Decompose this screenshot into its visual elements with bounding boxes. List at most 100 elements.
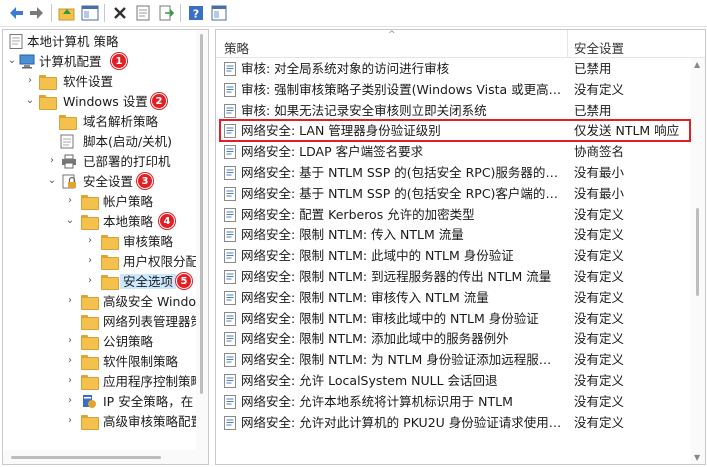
tree-label: 软件设置 — [63, 74, 114, 89]
forward-icon[interactable] — [27, 3, 47, 23]
policy-item-icon — [224, 415, 236, 430]
tree-item-scripts[interactable]: 脚本(启动/关机) — [3, 132, 208, 152]
list-row[interactable]: 网络安全: 限制 NTLM: 此域中的 NTLM 身份验证 没有定义 — [216, 245, 692, 266]
scroll-down-icon[interactable]: ▼ — [694, 453, 700, 462]
tree-label: 计算机配置 — [39, 54, 102, 69]
tree-item-root[interactable]: 本地计算机 策略 — [3, 32, 208, 52]
chevron-down-icon[interactable]: ⌄ — [47, 176, 57, 186]
delete-icon[interactable] — [110, 3, 130, 23]
tree-item-printers[interactable]: › 已部署的打印机 — [3, 152, 208, 172]
scrollbar-thumb[interactable] — [11, 456, 161, 459]
chevron-right-icon[interactable]: › — [65, 376, 75, 386]
list-row[interactable]: 网络安全: 限制 NTLM: 传入 NTLM 流量 没有定义 — [216, 224, 692, 245]
list-row[interactable]: 网络安全: 限制 NTLM: 审核传入 NTLM 流量 没有定义 — [216, 287, 692, 308]
column-header-policy[interactable]: 策略 — [224, 38, 249, 57]
tree-horizontal-scrollbar[interactable] — [3, 450, 208, 464]
tree-vertical-scrollbar[interactable] — [196, 30, 208, 450]
policy-name: 网络安全: 限制 NTLM: 到远程服务器的传出 NTLM 流量 — [241, 269, 552, 284]
policy-setting-value: 协商签名 — [574, 144, 625, 160]
help-icon[interactable]: ? — [186, 3, 206, 23]
tree-item-account-policies[interactable]: › 帐户策略 — [3, 192, 208, 212]
folder-icon — [81, 335, 99, 350]
list-vertical-scrollbar[interactable]: ▲ ▼ — [691, 58, 705, 464]
security-lock-icon — [61, 174, 77, 189]
tree-label: 高级审核策略配置 — [103, 414, 204, 429]
up-folder-icon[interactable] — [57, 3, 77, 23]
chevron-right-icon[interactable]: › — [25, 76, 35, 86]
list-row[interactable]: 审核: 对全局系统对象的访问进行审核 已禁用 — [216, 58, 692, 79]
tree-item-software-restriction[interactable]: › 软件限制策略 — [3, 352, 208, 372]
chevron-right-icon[interactable]: › — [65, 196, 75, 206]
column-header-setting[interactable]: 安全设置 — [574, 38, 624, 57]
policy-setting-value: 没有定义 — [574, 414, 625, 430]
policy-name: 网络安全: 限制 NTLM: 审核此域中的 NTLM 身份验证 — [241, 310, 539, 326]
folder-icon — [39, 75, 57, 90]
show-hide-tree-icon[interactable] — [80, 3, 100, 23]
list-row[interactable]: 网络安全: 允许对此计算机的 PKU2U 身份验证请求使用联... 没有定义 — [216, 412, 692, 433]
list-row[interactable]: 网络安全: 基于 NTLM SSP 的(包括安全 RPC)服务器的最小... 没有… — [216, 162, 692, 183]
properties-icon[interactable] — [133, 3, 153, 23]
list-row[interactable]: 网络安全: 允许本地系统将计算机标识用于 NTLM 没有定义 — [216, 391, 692, 412]
scroll-up-icon[interactable]: ▲ — [694, 60, 700, 69]
tree-item-local-policies[interactable]: ⌄ 本地策略 4 — [3, 212, 208, 232]
help-panel-icon[interactable] — [209, 3, 229, 23]
chevron-right-icon[interactable]: › — [85, 236, 95, 246]
scrollbar-thumb[interactable] — [200, 34, 203, 394]
policy-setting-value: 没有最小 — [574, 185, 625, 201]
chevron-right-icon[interactable]: › — [65, 296, 75, 306]
tree-item-app-control[interactable]: › 应用程序控制策略 — [3, 372, 208, 392]
policy-name: 网络安全: 限制 NTLM: 传入 NTLM 流量 — [241, 227, 464, 243]
tree-item-firewall[interactable]: › 高级安全 Windo — [3, 292, 208, 312]
toolbar: ? — [0, 0, 707, 27]
tree-label: 脚本(启动/关机) — [83, 134, 172, 149]
tree-item-windows-settings[interactable]: ⌄ Windows 设置 2 — [3, 92, 208, 112]
list-row-highlighted[interactable]: 网络安全: LAN 管理器身份验证级别 仅发送 NTLM 响应 — [219, 119, 691, 143]
policy-name: 审核: 如果无法记录安全审核则立即关闭系统 — [241, 102, 487, 118]
list-row[interactable]: 网络安全: 允许 LocalSystem NULL 会话回退 没有定义 — [216, 370, 692, 391]
scrollbar-thumb[interactable] — [696, 208, 699, 296]
list-row[interactable]: 网络安全: 配置 Kerberos 允许的加密类型 没有定义 — [216, 204, 692, 225]
tree-item-software-settings[interactable]: › 软件设置 — [3, 72, 208, 92]
tree-item-audit-policy[interactable]: › 审核策略 — [3, 232, 208, 252]
chevron-right-icon[interactable]: › — [65, 356, 75, 366]
policy-setting-value: 没有定义 — [574, 310, 625, 326]
policy-list: ^ 策略 安全设置 审核: 对全局系统对象的访问进行审核 已禁用 审核: 强制审核策… — [215, 29, 706, 465]
chevron-right-icon[interactable]: › — [47, 156, 57, 166]
tree-item-advanced-audit[interactable]: › 高级审核策略配置 — [3, 412, 208, 432]
tree-item-network-list[interactable]: 网络列表管理器策 — [3, 312, 208, 332]
tree-item-computer-config[interactable]: ⌄ 计算机配置 1 — [3, 52, 208, 72]
policy-name: 网络安全: 限制 NTLM: 此域中的 NTLM 身份验证 — [241, 248, 514, 264]
tree-label: 公钥策略 — [103, 334, 154, 349]
tree-item-security-settings[interactable]: ⌄ 安全设置 3 — [3, 172, 208, 192]
chevron-right-icon[interactable]: › — [85, 256, 95, 266]
chevron-right-icon[interactable]: › — [65, 396, 75, 406]
chevron-right-icon[interactable]: › — [85, 276, 95, 286]
tree-item-name-resolution[interactable]: 域名解析策略 — [3, 112, 208, 132]
printer-icon — [61, 154, 77, 169]
chevron-right-icon[interactable]: › — [65, 336, 75, 346]
chevron-down-icon[interactable]: ⌄ — [7, 56, 17, 66]
list-row[interactable]: 审核: 如果无法记录安全审核则立即关闭系统 已禁用 — [216, 100, 692, 121]
list-row[interactable]: 审核: 强制审核策略子类别设置(Windows Vista 或更高版本... 没有… — [216, 79, 692, 100]
chevron-right-icon[interactable]: › — [65, 416, 75, 426]
policy-name: 网络安全: 基于 NTLM SSP 的(包括安全 RPC)服务器的最小... — [241, 165, 563, 180]
back-icon[interactable] — [6, 3, 26, 23]
tree-label: Windows 设置 — [63, 94, 148, 109]
list-row[interactable]: 网络安全: 限制 NTLM: 添加此域中的服务器例外 没有定义 — [216, 328, 692, 349]
policy-item-icon — [224, 82, 236, 97]
tree-label: 网络列表管理器策 — [103, 314, 204, 329]
list-row[interactable]: 网络安全: LDAP 客户端签名要求 协商签名 — [216, 141, 692, 162]
export-icon[interactable] — [156, 3, 176, 23]
tree-item-security-options[interactable]: › 安全选项 5 — [3, 272, 208, 292]
list-row[interactable]: 网络安全: 限制 NTLM: 审核此域中的 NTLM 身份验证 没有定义 — [216, 308, 692, 329]
tree-item-public-key[interactable]: › 公钥策略 — [3, 332, 208, 352]
list-row[interactable]: 网络安全: 基于 NTLM SSP 的(包括安全 RPC)客户端的最小... 没有… — [216, 183, 692, 204]
tree-item-user-rights[interactable]: › 用户权限分配 — [3, 252, 208, 272]
list-row[interactable]: 网络安全: 限制 NTLM: 为 NTLM 身份验证添加远程服务器... 没有定义 — [216, 349, 692, 370]
tree-label: 帐户策略 — [103, 194, 154, 209]
policy-name: 审核: 强制审核策略子类别设置(Windows Vista 或更高版本... — [241, 81, 563, 97]
tree-item-ip-security[interactable]: › IP 安全策略，在 — [3, 392, 208, 412]
chevron-down-icon[interactable]: ⌄ — [25, 96, 35, 106]
chevron-down-icon[interactable]: ⌄ — [65, 216, 75, 226]
list-row[interactable]: 网络安全: 限制 NTLM: 到远程服务器的传出 NTLM 流量 没有定义 — [216, 266, 692, 287]
